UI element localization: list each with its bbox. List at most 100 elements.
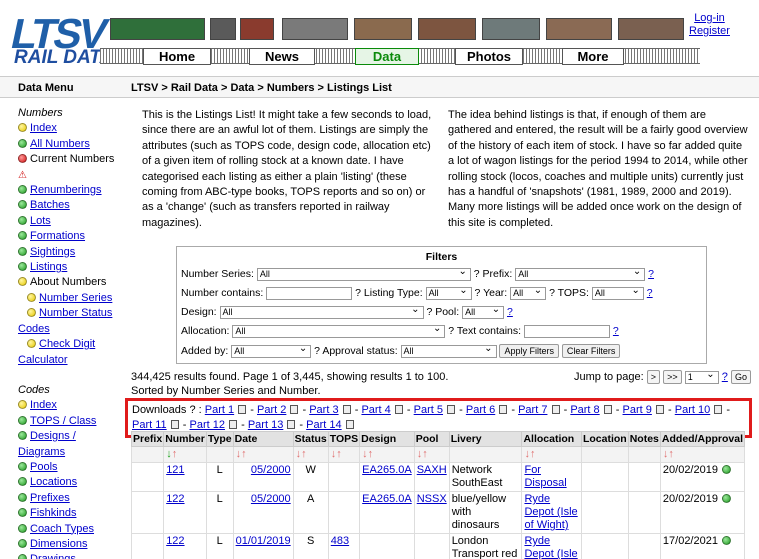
sidebar-item[interactable]: Sightings [18,245,118,260]
text-help-link[interactable]: ? [613,325,619,337]
sidebar-item-label[interactable]: Renumberings [30,184,102,196]
login-link[interactable]: Log-in [694,12,725,24]
go-button[interactable]: Go [730,370,751,384]
sidebar-item-label[interactable]: Designs / [30,430,76,442]
last-page-button[interactable]: >> [663,370,682,384]
download-part-link[interactable]: Part 5 [414,404,443,416]
sidebar-item-calculator[interactable]: Calculator [18,354,68,366]
download-part-link[interactable]: Part 14 [306,419,341,431]
sidebar-item-label[interactable]: Fishkinds [30,507,76,519]
cell-design[interactable]: EA265.0A [362,493,412,505]
site-logo-subtitle[interactable]: RAIL DATA [14,48,113,68]
nav-more[interactable]: More [562,48,624,65]
pool-select[interactable]: All [462,304,505,319]
sidebar-codes-link[interactable]: Codes [18,323,50,335]
sidebar-item[interactable]: Drawings [18,552,118,559]
sidebar-item-label[interactable]: Dimensions [30,538,87,550]
sidebar-item-label[interactable]: Index [30,122,57,134]
column-header[interactable]: Location [580,431,629,447]
sidebar-item[interactable]: Dimensions [18,537,118,552]
register-link[interactable]: Register [689,25,730,37]
download-part-link[interactable]: Part 7 [518,404,547,416]
download-part-link[interactable]: Part 4 [361,404,390,416]
cell-number[interactable]: 122 [166,535,184,547]
sidebar-item[interactable]: Coach Types [18,522,118,537]
cell-allocation[interactable]: For Disposal [524,464,566,489]
cell-number[interactable]: 122 [166,493,184,505]
download-part-link[interactable]: Part 12 [190,419,225,431]
sidebar-item-label[interactable]: Formations [30,230,85,242]
cell-number[interactable]: 121 [166,464,184,476]
prefix-help-link[interactable]: ? [648,268,654,280]
listing-type-select[interactable]: All [425,285,472,300]
document-icon[interactable] [229,420,238,429]
nav-home[interactable]: Home [143,48,211,65]
column-header[interactable]: TOPS [327,431,361,447]
document-icon[interactable] [447,405,456,414]
sidebar-item[interactable]: Prefixes [18,491,118,506]
nav-news[interactable]: News [249,48,315,65]
cell-date[interactable]: 01/01/2019 [236,535,291,547]
sort-asc-icon[interactable]: ↑ [241,448,247,460]
design-select[interactable]: All [219,304,424,319]
number-series-select[interactable]: All [256,266,471,281]
document-icon[interactable] [287,420,296,429]
cell-date[interactable]: 05/2000 [251,493,291,505]
sidebar-item-check-digit[interactable]: Check Digit [39,338,95,350]
cell-pool[interactable]: SAXH [417,464,447,476]
document-icon[interactable] [238,405,247,414]
sidebar-item-label[interactable]: Sightings [30,246,75,258]
nav-photos[interactable]: Photos [455,48,523,65]
pool-help-link[interactable]: ? [507,306,513,318]
document-icon[interactable] [499,405,508,414]
sidebar-item[interactable]: Locations [18,475,118,490]
download-part-link[interactable]: Part 13 [248,419,283,431]
sidebar-item[interactable]: TOPS / Class [18,414,118,429]
allocation-select[interactable]: All [232,323,446,338]
sidebar-item[interactable]: Batches [18,198,118,213]
apply-filters-button[interactable]: Apply Filters [499,344,559,359]
prefix-select[interactable]: All [515,266,646,281]
column-header[interactable]: Notes [627,431,661,447]
sort-asc-icon[interactable]: ↑ [530,448,536,460]
column-header[interactable]: Pool [413,431,450,447]
sidebar-item-label[interactable]: Coach Types [30,523,94,535]
sidebar-item-label[interactable]: All Numbers [30,138,90,150]
text-contains-input[interactable] [524,324,610,338]
sidebar-item-label[interactable]: Locations [30,476,77,488]
sidebar-item-label[interactable]: Batches [30,199,70,211]
download-part-link[interactable]: Part 3 [309,404,338,416]
cell-allocation[interactable]: Ryde Depot (Isle of Wight) [524,493,577,531]
sort-asc-icon[interactable]: ↑ [336,448,342,460]
download-part-link[interactable]: Part 8 [570,404,599,416]
document-icon[interactable] [290,405,299,414]
document-icon[interactable] [714,405,723,414]
document-icon[interactable] [170,420,179,429]
cell-date[interactable]: 05/2000 [251,464,291,476]
cell-pool[interactable]: NSSX [417,493,447,505]
sort-asc-icon[interactable]: ↑ [172,448,178,460]
sidebar-item-label[interactable]: Prefixes [30,492,70,504]
cell-design[interactable]: EA265.0A [362,464,412,476]
sidebar-item[interactable]: Listings [18,260,118,275]
sidebar-item-label[interactable]: Drawings [30,553,76,559]
sidebar-item-label[interactable]: Index [30,399,57,411]
download-part-link[interactable]: Part 11 [132,419,167,431]
page-select[interactable]: 1 [684,369,719,384]
sidebar-item[interactable]: Index [18,398,118,413]
sidebar-item[interactable]: Lots [18,214,118,229]
column-header[interactable]: Livery [448,431,523,447]
document-icon[interactable] [394,405,403,414]
download-part-link[interactable]: Part 6 [466,404,495,416]
download-part-link[interactable]: Part 1 [205,404,234,416]
cell-tops[interactable]: 483 [331,535,349,547]
sort-asc-icon[interactable]: ↑ [301,448,307,460]
sidebar-item-label[interactable]: Diagrams [18,446,65,458]
sidebar-item-label[interactable]: Pools [30,461,58,473]
sidebar-item[interactable]: Pools [18,460,118,475]
document-icon[interactable] [342,405,351,414]
column-header[interactable]: Added/Approval [659,431,746,447]
sidebar-item-label[interactable]: Listings [30,261,67,273]
download-part-link[interactable]: Part 9 [623,404,652,416]
sidebar-item[interactable]: Formations [18,229,118,244]
